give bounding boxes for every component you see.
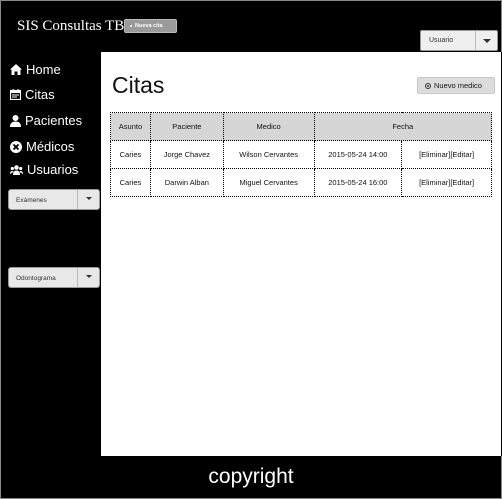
nuevo-medico-button[interactable]: Nuevo medico	[417, 77, 495, 94]
column-header-fecha: Fecha	[313, 112, 493, 141]
column-header-asunto: Asunto	[110, 112, 151, 141]
sidebar-item-pacientes[interactable]: Pacientes	[10, 113, 82, 128]
caret-down-icon	[86, 197, 92, 200]
examenes-select-value: Exámenes	[16, 197, 47, 204]
row-actions-links[interactable]: [Eliminar][Editar]	[401, 168, 492, 197]
sidebar-item-medicos[interactable]: Médicos	[10, 139, 74, 154]
select-divider	[77, 190, 78, 209]
dot-circle-icon	[425, 82, 431, 89]
bullet-icon	[130, 25, 132, 27]
cell-paciente: Darwin Alban	[149, 168, 224, 197]
sidebar-item-label: Médicos	[26, 139, 75, 154]
table-row: Caries Darwin Alban Miguel Cervantes 201…	[110, 168, 492, 197]
times-circle-icon	[10, 140, 22, 153]
nueva-cita-label: Nueva cita	[135, 23, 163, 29]
sidebar-item-label: Citas	[25, 87, 55, 102]
brand-title[interactable]: SIS Consultas TB	[17, 18, 124, 35]
cell-fecha: 2015-05-24 16:00	[313, 168, 403, 197]
select-divider	[77, 268, 78, 287]
main-content: Citas Nuevo medico Asunto Paciente Medic…	[101, 52, 501, 456]
odontograma-select-value: Odontograma	[16, 275, 56, 282]
row-actions-links[interactable]: [Eliminar][Editar]	[401, 140, 492, 169]
nuevo-medico-label: Nuevo medico	[434, 81, 482, 90]
top-bar: SIS Consultas TB Nueva cita Usuario	[0, 0, 502, 52]
footer: copyright	[0, 456, 502, 499]
column-header-paciente: Paciente	[149, 112, 224, 141]
cell-asunto: Caries	[110, 140, 151, 169]
sidebar-item-label: Home	[26, 62, 61, 77]
caret-down-icon	[86, 275, 92, 278]
nueva-cita-button[interactable]: Nueva cita	[124, 19, 177, 33]
sidebar-item-usuarios[interactable]: Usuarios	[10, 162, 78, 177]
cell-medico: Wilson Cervantes	[222, 140, 315, 169]
user-select-value: Usuario	[429, 37, 454, 44]
home-icon	[10, 64, 22, 75]
cell-fecha: 2015-05-24 14:00	[313, 140, 403, 169]
calendar-icon	[10, 89, 21, 100]
odontograma-select[interactable]: Odontograma	[8, 267, 100, 288]
user-select[interactable]: Usuario	[420, 30, 498, 51]
table-row: Caries Jorge Chavez Wilson Cervantes 201…	[110, 140, 492, 169]
user-icon	[10, 114, 21, 127]
select-divider	[475, 31, 476, 50]
column-header-medico: Medico	[222, 112, 315, 141]
sidebar-item-label: Pacientes	[25, 113, 83, 128]
sidebar: Home Citas Pacientes Médicos Usuarios Ex…	[0, 52, 101, 456]
examenes-select[interactable]: Exámenes	[8, 189, 100, 210]
cell-paciente: Jorge Chavez	[149, 140, 224, 169]
caret-down-icon	[483, 39, 491, 43]
users-icon	[10, 164, 23, 175]
sidebar-item-label: Usuarios	[27, 162, 79, 177]
sidebar-item-citas[interactable]: Citas	[10, 87, 55, 102]
cell-asunto: Caries	[110, 168, 151, 197]
sidebar-item-home[interactable]: Home	[10, 62, 61, 77]
citas-table: Asunto Paciente Medico Fecha Caries Jorg…	[110, 112, 493, 197]
table-header-row: Asunto Paciente Medico Fecha	[110, 112, 493, 141]
page-title: Citas	[112, 72, 165, 98]
copyright-text: copyright	[208, 465, 294, 488]
cell-medico: Miguel Cervantes	[222, 168, 315, 197]
